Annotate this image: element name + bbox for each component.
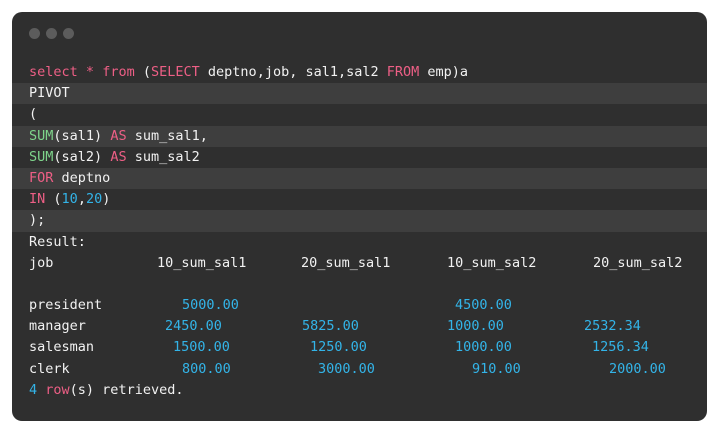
table-row: manager 2450.00 5825.00 1000.00 2532.34 — [12, 316, 707, 337]
cell-value: 1256.34 — [592, 339, 649, 356]
code-window: select * from (SELECT deptno,job, sal1,s… — [12, 12, 707, 421]
code-line-8: ); — [12, 210, 707, 232]
cell-value: 4500.00 — [455, 297, 512, 314]
cell-value: 1000.00 — [455, 339, 512, 356]
code-line-5: SUM(sal2) AS sum_sal2 — [29, 148, 200, 165]
cell-value: 2000.00 — [609, 360, 666, 377]
cell-job: president — [29, 297, 103, 314]
code-line-2: PIVOT — [12, 83, 707, 105]
code-line-7: IN (10,20) — [29, 191, 111, 208]
code-line-1: select * from (SELECT deptno,job, sal1,s… — [29, 64, 469, 80]
cell-value: 2450.00 — [165, 318, 222, 335]
cell-value: 1500.00 — [173, 339, 230, 356]
cell-value: 5000.00 — [182, 297, 239, 314]
header-job: job — [29, 254, 54, 271]
header-10-sum-sal1: 10_sum_sal1 — [157, 254, 247, 271]
table-row: salesman 1500.00 1250.00 1000.00 1256.34 — [12, 337, 707, 358]
code-line-6: FOR deptno — [12, 167, 707, 190]
code-line-4: SUM(sal1) AS sum_sal1, — [12, 125, 707, 147]
header-20-sum-sal1: 20_sum_sal1 — [301, 254, 391, 271]
header-20-sum-sal2: 20_sum_sal2 — [593, 254, 683, 271]
cell-value: 800.00 — [182, 360, 231, 377]
cell-value: 1250.00 — [310, 339, 367, 356]
maximize-dot-icon[interactable] — [63, 28, 74, 39]
cell-job: clerk — [29, 360, 70, 377]
cell-value: 2532.34 — [584, 318, 641, 335]
cell-job: salesman — [29, 339, 95, 356]
cell-value: 1000.00 — [447, 318, 504, 335]
cell-job: manager — [29, 318, 86, 335]
table-row: clerk 800.00 3000.00 910.00 2000.00 — [12, 359, 707, 380]
close-dot-icon[interactable] — [29, 28, 40, 39]
result-header-row: job 10_sum_sal1 20_sum_sal1 10_sum_sal2 … — [12, 253, 707, 274]
minimize-dot-icon[interactable] — [46, 28, 57, 39]
blank-row — [12, 274, 707, 295]
result-footer: 4 row(s) retrieved. — [29, 381, 184, 398]
window-controls — [29, 28, 74, 39]
code-line-3: ( — [29, 106, 38, 123]
header-10-sum-sal2: 10_sum_sal2 — [447, 254, 537, 271]
result-label: Result: — [29, 233, 86, 250]
table-row: president 5000.00 4500.00 — [12, 295, 707, 316]
cell-value: 910.00 — [472, 360, 521, 377]
code-block: select * from (SELECT deptno,job, sal1,s… — [12, 62, 707, 401]
cell-value: 3000.00 — [318, 360, 375, 377]
cell-value: 5825.00 — [302, 318, 359, 335]
